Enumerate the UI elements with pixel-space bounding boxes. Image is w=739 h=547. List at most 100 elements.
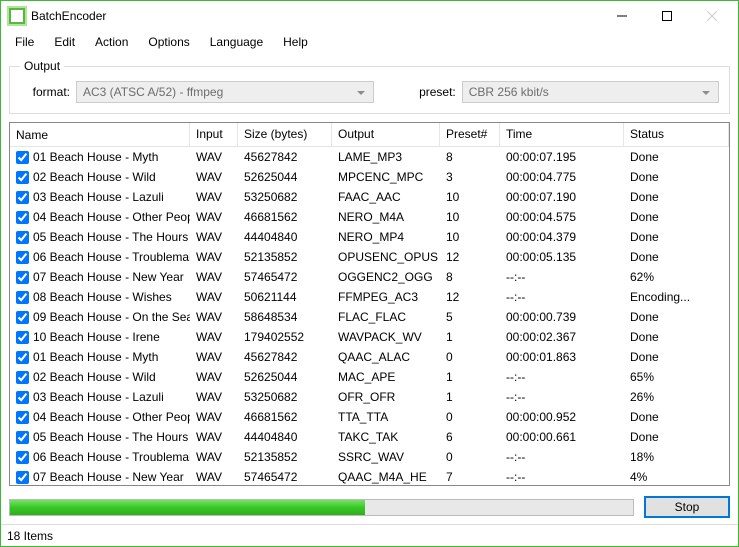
table-row[interactable]: 02 Beach House - WildWAV52625044MAC_APE1…: [10, 367, 729, 387]
row-output: OPUSENC_OPUS: [332, 250, 440, 264]
preset-label: preset:: [406, 85, 456, 99]
row-output: NERO_M4A: [332, 210, 440, 224]
row-checkbox[interactable]: [16, 331, 29, 344]
row-preset: 8: [440, 270, 500, 284]
row-size: 52135852: [238, 250, 332, 264]
row-checkbox[interactable]: [16, 371, 29, 384]
window-controls: [599, 2, 734, 30]
row-checkbox[interactable]: [16, 351, 29, 364]
row-time: 00:00:00.952: [500, 410, 624, 424]
menu-action[interactable]: Action: [85, 33, 138, 51]
row-input: WAV: [190, 410, 238, 424]
row-time: 00:00:05.135: [500, 250, 624, 264]
row-preset: 5: [440, 310, 500, 324]
row-time: 00:00:01.863: [500, 350, 624, 364]
row-name: 04 Beach House - Other People: [33, 210, 190, 224]
stop-button[interactable]: Stop: [644, 496, 730, 518]
row-preset: 10: [440, 190, 500, 204]
row-status: 26%: [624, 390, 729, 404]
row-checkbox[interactable]: [16, 251, 29, 264]
table-row[interactable]: 10 Beach House - IreneWAV179402552WAVPAC…: [10, 327, 729, 347]
table-row[interactable]: 09 Beach House - On the SeaWAV58648534FL…: [10, 307, 729, 327]
row-checkbox[interactable]: [16, 471, 29, 484]
row-status: 18%: [624, 450, 729, 464]
row-checkbox[interactable]: [16, 171, 29, 184]
row-checkbox[interactable]: [16, 391, 29, 404]
row-checkbox[interactable]: [16, 311, 29, 324]
row-input: WAV: [190, 270, 238, 284]
table-row[interactable]: 06 Beach House - TroublemakerWAV52135852…: [10, 247, 729, 267]
table-row[interactable]: 06 Beach House - TroublemakerWAV52135852…: [10, 447, 729, 467]
row-preset: 10: [440, 210, 500, 224]
minimize-button[interactable]: [599, 2, 644, 30]
row-output: MPCENC_MPC: [332, 170, 440, 184]
table-row[interactable]: 04 Beach House - Other PeopleWAV46681562…: [10, 207, 729, 227]
menu-file[interactable]: File: [5, 33, 44, 51]
row-status: Done: [624, 250, 729, 264]
format-value: AC3 (ATSC A/52) - ffmpeg: [83, 85, 223, 99]
row-input: WAV: [190, 230, 238, 244]
menu-edit[interactable]: Edit: [44, 33, 85, 51]
col-preset[interactable]: Preset#: [440, 123, 500, 146]
table-row[interactable]: 03 Beach House - LazuliWAV53250682FAAC_A…: [10, 187, 729, 207]
title-bar: BatchEncoder: [1, 1, 738, 31]
menu-language[interactable]: Language: [200, 33, 273, 51]
preset-combo[interactable]: CBR 256 kbit/s: [462, 81, 719, 103]
col-name[interactable]: Name: [10, 123, 190, 146]
table-row[interactable]: 03 Beach House - LazuliWAV53250682OFR_OF…: [10, 387, 729, 407]
row-size: 46681562: [238, 210, 332, 224]
row-preset: 0: [440, 350, 500, 364]
col-size[interactable]: Size (bytes): [238, 123, 332, 146]
format-combo[interactable]: AC3 (ATSC A/52) - ffmpeg: [76, 81, 374, 103]
menu-bar: File Edit Action Options Language Help: [1, 31, 738, 53]
row-checkbox[interactable]: [16, 431, 29, 444]
row-time: 00:00:04.379: [500, 230, 624, 244]
row-checkbox[interactable]: [16, 231, 29, 244]
row-output: OFR_OFR: [332, 390, 440, 404]
table-row[interactable]: 08 Beach House - WishesWAV50621144FFMPEG…: [10, 287, 729, 307]
menu-options[interactable]: Options: [138, 33, 199, 51]
row-output: WAVPACK_WV: [332, 330, 440, 344]
row-time: 00:00:04.775: [500, 170, 624, 184]
row-checkbox[interactable]: [16, 151, 29, 164]
table-row[interactable]: 05 Beach House - The HoursWAV44404840NER…: [10, 227, 729, 247]
row-output: TTA_TTA: [332, 410, 440, 424]
col-input[interactable]: Input: [190, 123, 238, 146]
row-preset: 0: [440, 410, 500, 424]
table-row[interactable]: 01 Beach House - MythWAV45627842LAME_MP3…: [10, 147, 729, 167]
row-preset: 6: [440, 430, 500, 444]
table-row[interactable]: 02 Beach House - WildWAV52625044MPCENC_M…: [10, 167, 729, 187]
row-time: --:--: [500, 290, 624, 304]
format-label: format:: [20, 85, 70, 99]
menu-help[interactable]: Help: [273, 33, 318, 51]
row-input: WAV: [190, 370, 238, 384]
col-time[interactable]: Time: [500, 123, 624, 146]
row-preset: 7: [440, 470, 500, 484]
row-checkbox[interactable]: [16, 411, 29, 424]
row-size: 53250682: [238, 190, 332, 204]
col-status[interactable]: Status: [624, 123, 729, 146]
row-time: 00:00:00.739: [500, 310, 624, 324]
row-name: 02 Beach House - Wild: [33, 170, 156, 184]
row-size: 46681562: [238, 410, 332, 424]
table-row[interactable]: 07 Beach House - New YearWAV57465472QAAC…: [10, 467, 729, 485]
row-size: 52135852: [238, 450, 332, 464]
row-input: WAV: [190, 330, 238, 344]
row-size: 179402552: [238, 330, 332, 344]
row-checkbox[interactable]: [16, 451, 29, 464]
row-checkbox[interactable]: [16, 211, 29, 224]
row-time: 00:00:07.190: [500, 190, 624, 204]
table-row[interactable]: 07 Beach House - New YearWAV57465472OGGE…: [10, 267, 729, 287]
table-row[interactable]: 04 Beach House - Other PeopleWAV46681562…: [10, 407, 729, 427]
row-preset: 1: [440, 390, 500, 404]
row-input: WAV: [190, 170, 238, 184]
maximize-button[interactable]: [644, 2, 689, 30]
row-input: WAV: [190, 350, 238, 364]
row-checkbox[interactable]: [16, 271, 29, 284]
table-row[interactable]: 01 Beach House - MythWAV45627842QAAC_ALA…: [10, 347, 729, 367]
row-checkbox[interactable]: [16, 191, 29, 204]
row-checkbox[interactable]: [16, 291, 29, 304]
col-output[interactable]: Output: [332, 123, 440, 146]
table-row[interactable]: 05 Beach House - The HoursWAV44404840TAK…: [10, 427, 729, 447]
row-output: FFMPEG_AC3: [332, 290, 440, 304]
